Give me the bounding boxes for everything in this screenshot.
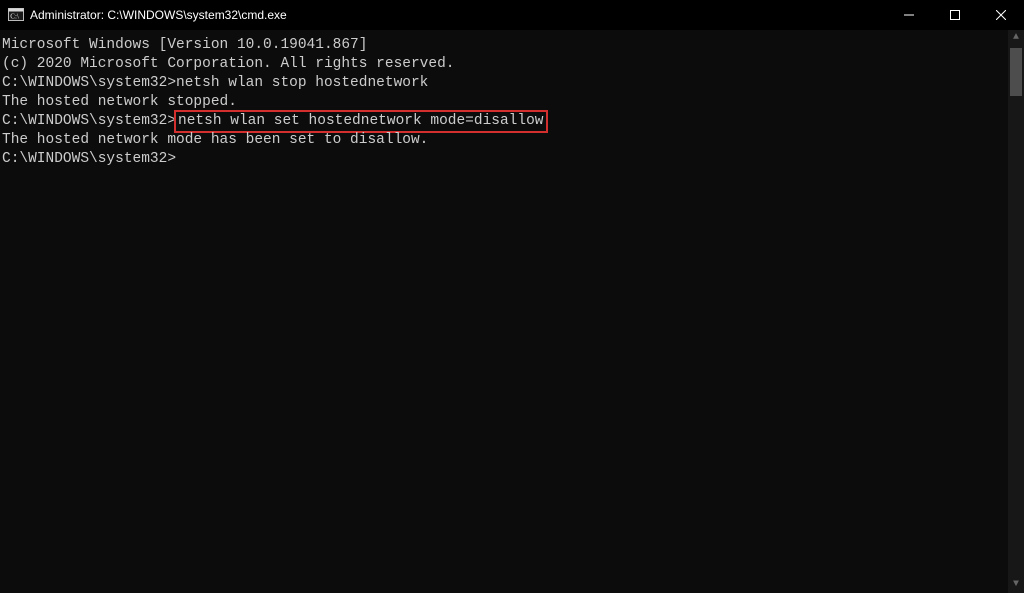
cmd-icon: C:\	[8, 7, 24, 23]
console-line: Microsoft Windows [Version 10.0.19041.86…	[2, 36, 1008, 55]
scrollbar-thumb[interactable]	[1010, 48, 1022, 96]
prompt-command: netsh wlan set hostednetwork mode=disall…	[178, 113, 543, 129]
minimize-button[interactable]	[886, 0, 932, 30]
close-button[interactable]	[978, 0, 1024, 30]
vertical-scrollbar[interactable]: ▲ ▼	[1008, 30, 1024, 593]
console-line: The hosted network mode has been set to …	[2, 131, 1008, 150]
console-line: (c) 2020 Microsoft Corporation. All righ…	[2, 55, 1008, 74]
highlighted-command: netsh wlan set hostednetwork mode=disall…	[174, 110, 547, 133]
cmd-window: C:\ Administrator: C:\WINDOWS\system32\c…	[0, 0, 1024, 593]
console-line: C:\WINDOWS\system32>netsh wlan stop host…	[2, 74, 1008, 93]
maximize-button[interactable]	[932, 0, 978, 30]
titlebar[interactable]: C:\ Administrator: C:\WINDOWS\system32\c…	[0, 0, 1024, 30]
scroll-up-arrow-icon[interactable]: ▲	[1008, 30, 1024, 46]
svg-text:C:\: C:\	[10, 13, 19, 21]
console-line: C:\WINDOWS\system32>netsh wlan set hoste…	[2, 112, 1008, 131]
console-line: C:\WINDOWS\system32>	[2, 150, 1008, 169]
window-title: Administrator: C:\WINDOWS\system32\cmd.e…	[30, 8, 287, 22]
prompt-command: netsh wlan stop hostednetwork	[176, 75, 428, 91]
client-area: Microsoft Windows [Version 10.0.19041.86…	[0, 30, 1024, 593]
console-output[interactable]: Microsoft Windows [Version 10.0.19041.86…	[0, 30, 1008, 593]
prompt-path: C:\WINDOWS\system32>	[2, 151, 176, 167]
scroll-down-arrow-icon[interactable]: ▼	[1008, 577, 1024, 593]
prompt-path: C:\WINDOWS\system32>	[2, 75, 176, 91]
prompt-path: C:\WINDOWS\system32>	[2, 113, 176, 129]
